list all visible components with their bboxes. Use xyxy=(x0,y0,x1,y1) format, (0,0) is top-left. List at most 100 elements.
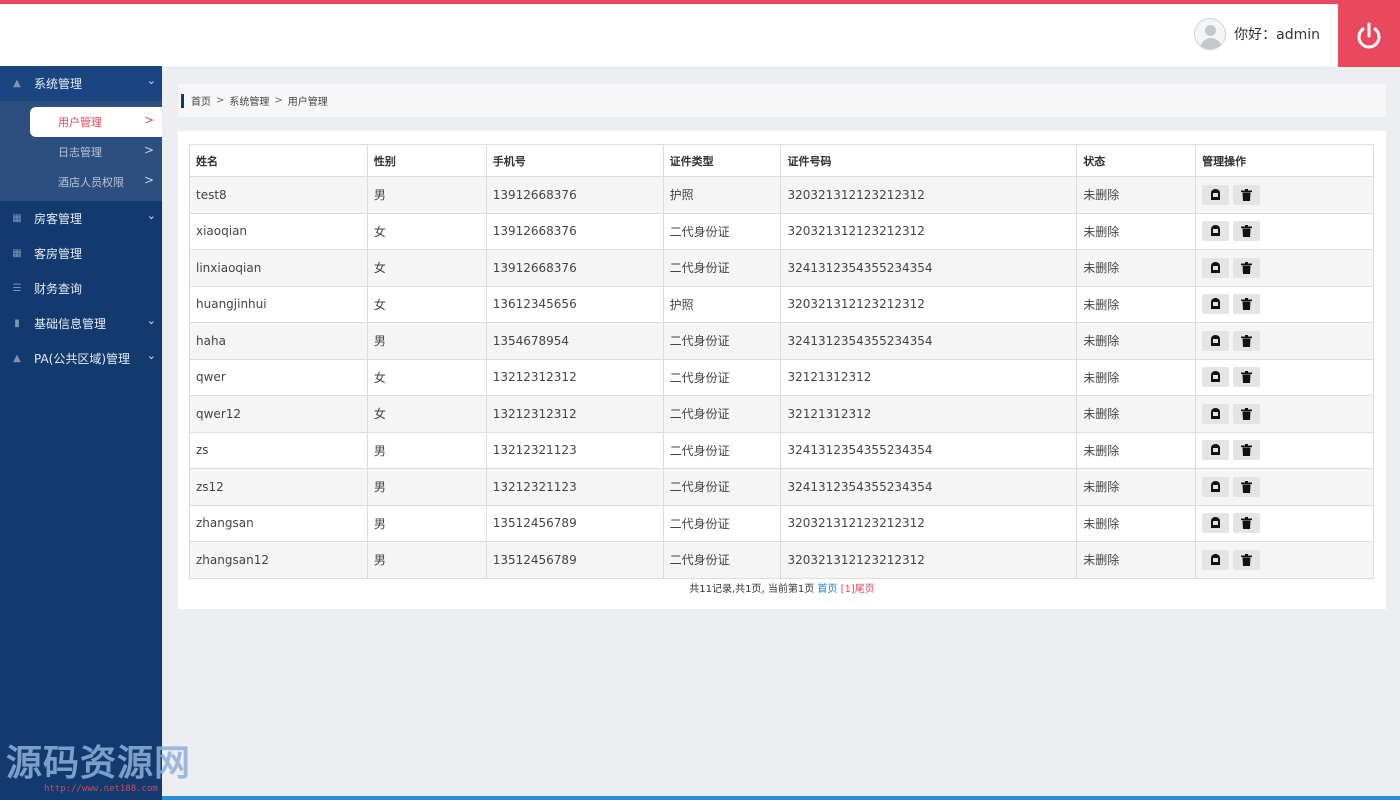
breadcrumb-marker xyxy=(181,93,184,108)
logout-button[interactable] xyxy=(1338,4,1400,67)
avatar-icon[interactable] xyxy=(1194,18,1227,50)
delete-button[interactable] xyxy=(1233,367,1261,388)
cell-name: haha xyxy=(189,322,368,360)
cell-name: qwer xyxy=(189,358,368,396)
table-row: zs 男 13212321123 二代身份证 3241312354355234354 未删… xyxy=(189,431,1374,469)
cell-gender: 男 xyxy=(366,322,487,360)
cell-id-number: 3241312354355234354 xyxy=(780,249,1078,287)
sidebar-subitem-staff-permissions[interactable]: 酒店人员权限 > xyxy=(0,167,162,197)
sidebar-subitem-log-management[interactable]: 日志管理 > xyxy=(0,137,162,167)
edit-button[interactable] xyxy=(1202,294,1230,315)
edit-icon xyxy=(1211,517,1221,529)
pagination-summary: 共11记录,共1页, 当前第1页 xyxy=(689,584,815,595)
edit-button[interactable] xyxy=(1202,184,1230,205)
calendar-icon: ▦ xyxy=(12,248,22,259)
edit-button[interactable] xyxy=(1202,221,1230,242)
edit-button[interactable] xyxy=(1202,513,1230,534)
cell-name: xiaoqian xyxy=(189,212,368,250)
user-area: 你好：admin xyxy=(1194,14,1320,54)
edit-button[interactable] xyxy=(1202,476,1230,497)
edit-button[interactable] xyxy=(1202,549,1230,570)
cell-phone: 13912668376 xyxy=(485,176,664,214)
edit-icon xyxy=(1211,553,1221,565)
cell-status: 未删除 xyxy=(1076,431,1197,469)
delete-button[interactable] xyxy=(1233,440,1261,461)
cell-status: 未删除 xyxy=(1076,212,1197,250)
cell-gender: 女 xyxy=(366,285,487,323)
col-header-status: 状态 xyxy=(1076,144,1197,177)
breadcrumb-current: 用户管理 xyxy=(287,97,328,108)
sidebar-item-guests[interactable]: ▦ 房客管理 ⌄ xyxy=(0,201,162,236)
table-body: test8 男 13912668376 护照 320321312123212312 未删除… xyxy=(189,176,1374,579)
cell-actions xyxy=(1195,212,1374,250)
delete-button[interactable] xyxy=(1233,221,1261,242)
cell-phone: 13512456789 xyxy=(485,504,664,542)
cell-name: zhangsan xyxy=(189,504,368,542)
cell-id-number: 3241312354355234354 xyxy=(780,468,1078,506)
pagination-last-link[interactable]: 尾页 xyxy=(855,584,875,595)
cell-id-type: 二代身份证 xyxy=(662,358,782,396)
sidebar-item-label: 房客管理 xyxy=(34,212,83,226)
pagination-first-link[interactable]: 首页 xyxy=(817,584,837,595)
delete-button[interactable] xyxy=(1233,184,1261,205)
chevron-down-icon: ⌄ xyxy=(146,349,156,362)
warning-icon: ▲ xyxy=(13,353,21,364)
arrow-right-icon: > xyxy=(143,113,154,127)
sidebar-item-rooms[interactable]: ▦ 客房管理 xyxy=(0,236,162,271)
cell-actions xyxy=(1195,504,1374,542)
cell-id-type: 二代身份证 xyxy=(662,395,782,433)
user-list-panel: 姓名 性别 手机号 证件类型 证件号码 状态 管理操作 test8 男 139126… xyxy=(178,131,1386,609)
sidebar-item-label: 系统管理 xyxy=(34,77,83,91)
cell-gender: 男 xyxy=(366,431,487,469)
delete-button[interactable] xyxy=(1233,330,1261,351)
table-row: xiaoqian 女 13912668376 二代身份证 320321312123212… xyxy=(189,212,1374,250)
edit-icon xyxy=(1211,480,1221,492)
chevron-down-icon: ⌄ xyxy=(146,209,156,222)
sidebar-item-finance[interactable]: ☰ 财务查询 xyxy=(0,271,162,306)
breadcrumb-home[interactable]: 首页 xyxy=(191,93,211,108)
cell-phone: 13512456789 xyxy=(485,541,664,579)
delete-button[interactable] xyxy=(1233,549,1261,570)
delete-button[interactable] xyxy=(1233,513,1261,534)
cell-id-number: 320321312123212312 xyxy=(780,504,1078,542)
cell-id-type: 二代身份证 xyxy=(662,212,782,250)
delete-button[interactable] xyxy=(1233,476,1261,497)
cell-actions xyxy=(1195,395,1374,433)
cell-id-number: 3241312354355234354 xyxy=(780,431,1078,469)
delete-button[interactable] xyxy=(1233,257,1261,278)
table-row: zs12 男 13212321123 二代身份证 3241312354355234354… xyxy=(189,468,1374,506)
cell-gender: 男 xyxy=(366,176,487,214)
sidebar-item-public-area[interactable]: ▲ PA(公共区域)管理 ⌄ xyxy=(0,341,162,376)
sidebar-item-basic-info[interactable]: ▮ 基础信息管理 ⌄ xyxy=(0,306,162,341)
cell-id-type: 护照 xyxy=(662,176,782,214)
edit-button[interactable] xyxy=(1202,367,1230,388)
chevron-down-icon: ⌄ xyxy=(146,314,156,327)
cell-actions xyxy=(1195,431,1374,469)
edit-button[interactable] xyxy=(1202,330,1230,351)
cell-id-type: 二代身份证 xyxy=(662,322,782,360)
list-icon: ☰ xyxy=(12,283,22,294)
table-icon: ▦ xyxy=(12,213,22,224)
cell-status: 未删除 xyxy=(1076,285,1197,323)
table-row: haha 男 1354678954 二代身份证 3241312354355234354 未… xyxy=(189,322,1374,360)
table-row: zhangsan 男 13512456789 二代身份证 320321312123212… xyxy=(189,504,1374,542)
delete-button[interactable] xyxy=(1233,403,1261,424)
delete-button[interactable] xyxy=(1233,294,1261,315)
cell-gender: 女 xyxy=(366,249,487,287)
edit-button[interactable] xyxy=(1202,403,1230,424)
home-icon: ▲ xyxy=(13,78,21,89)
cell-name: test8 xyxy=(189,176,368,214)
chevron-down-icon: ⌄ xyxy=(146,74,156,87)
pagination-current-page[interactable]: [1] xyxy=(841,584,855,595)
sidebar-subitem-user-management[interactable]: 用户管理 > xyxy=(30,107,162,137)
sidebar: ▲ 系统管理 ⌄ 用户管理 > 日志管理 > 酒店人员权限 > ▦ 房客管理 ⌄… xyxy=(0,66,162,800)
sidebar-subgroup: 用户管理 > 日志管理 > 酒店人员权限 > xyxy=(0,101,162,201)
breadcrumb-system[interactable]: 系统管理 xyxy=(229,93,269,108)
cell-gender: 女 xyxy=(366,395,487,433)
sidebar-item-system[interactable]: ▲ 系统管理 ⌄ xyxy=(0,66,162,101)
trash-icon xyxy=(1241,188,1253,201)
edit-button[interactable] xyxy=(1202,440,1230,461)
watermark-text: 源码资源网 xyxy=(6,742,192,784)
edit-button[interactable] xyxy=(1202,257,1230,278)
trash-icon xyxy=(1241,298,1253,311)
